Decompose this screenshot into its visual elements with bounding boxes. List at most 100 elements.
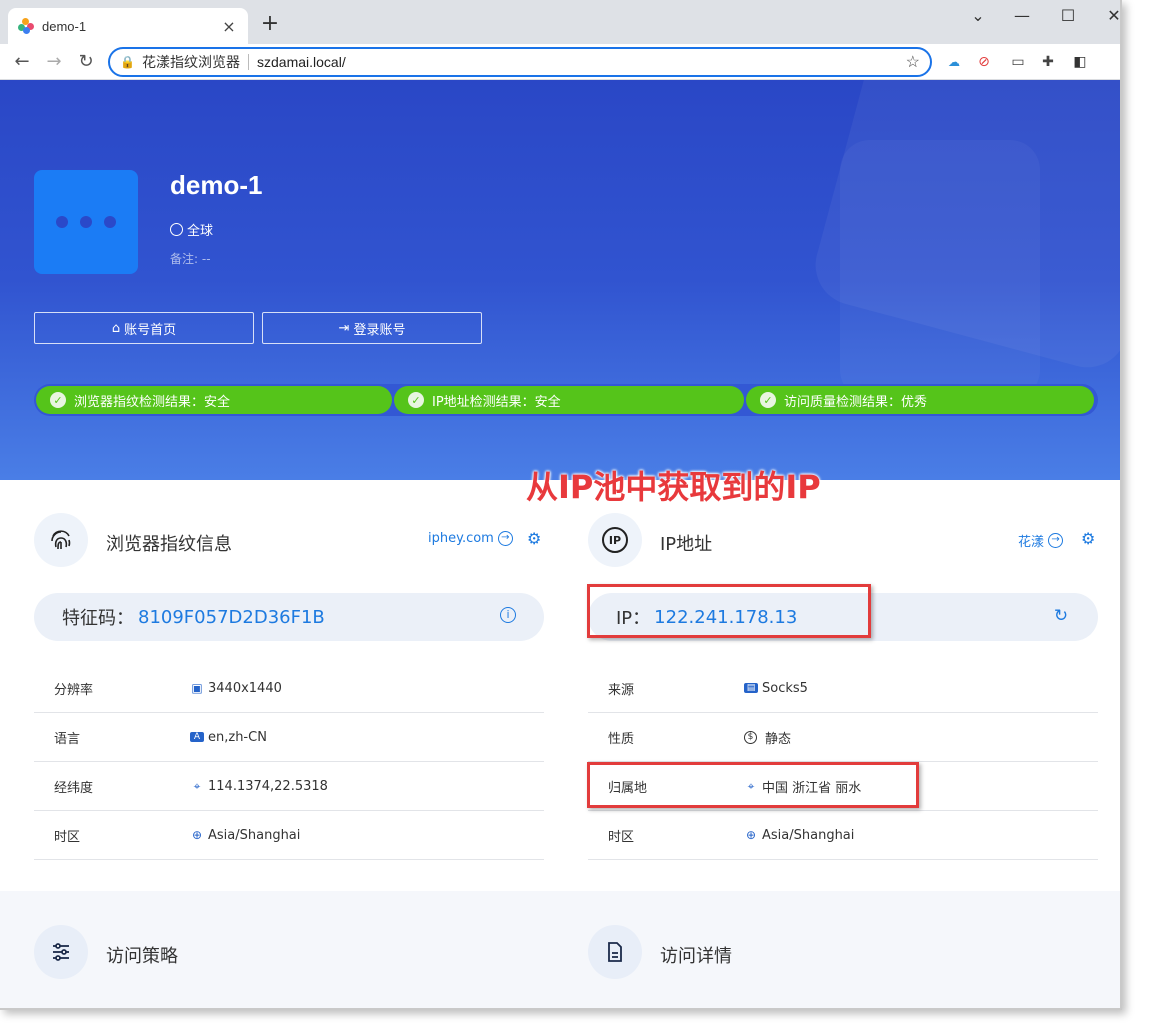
arrow-right-circle-icon: → [1048, 533, 1064, 548]
location-pin-icon: ⌖ [193, 778, 201, 793]
fingerprint-icon [34, 513, 88, 567]
huayang-link[interactable]: 花漾 → [1018, 531, 1064, 550]
forward-icon[interactable]: → [42, 50, 66, 74]
ip-settings-gear-icon[interactable]: ⚙ [1081, 529, 1095, 548]
row-key: 语言 [54, 731, 81, 747]
ip-icon: IP [588, 513, 642, 567]
login-account-label: 登录账号 [353, 322, 406, 338]
fingerprint-row: 语言 Aen,zh-CN [34, 713, 544, 762]
tab-search-icon[interactable]: ⌄ [968, 6, 988, 25]
check-icon: ✓ [408, 392, 424, 408]
dollar-icon: $ [744, 730, 757, 744]
fingerprint-code-label: 特征码： [62, 608, 134, 629]
address-divider [248, 54, 249, 70]
status-quality: ✓ 访问质量检测结果：优秀 [746, 386, 1094, 414]
fingerprint-row: 分辨率 ▣ 3440x1440 [34, 664, 544, 713]
row-value: Socks5 [762, 680, 808, 696]
fingerprint-code-value: 8109F057D2D36F1B [138, 606, 325, 628]
status-ip: ✓ IP地址检测结果：安全 [394, 386, 744, 414]
status-fingerprint: ✓ 浏览器指纹检测结果：安全 [36, 386, 392, 414]
browser-window: demo-1 × + ⌄ — ☐ ✕ ← → ↻ 🔒 花漾指纹浏览器 szdam… [0, 0, 1122, 1010]
camera-extension-icon[interactable]: ▭ [1008, 52, 1028, 72]
address-bar[interactable]: 🔒 花漾指纹浏览器 szdamai.local/ ☆ [108, 47, 932, 77]
fingerprint-row: 时区 ⊕ Asia/Shanghai [34, 811, 544, 860]
globe-icon: ⊕ [745, 828, 757, 842]
hero-decoration [840, 140, 1040, 400]
ip-panel-title: IP地址 [660, 534, 713, 555]
check-icon: ✓ [50, 392, 66, 408]
status-quality-label: 访问质量检测结果：优秀 [784, 394, 928, 410]
reload-icon[interactable]: ↻ [74, 50, 98, 74]
tab-favicon-icon [18, 18, 34, 34]
row-value: 3440x1440 [208, 680, 282, 696]
extensions-puzzle-icon[interactable]: ✚ [1038, 52, 1058, 72]
profile-hero: demo-1 全球 备注: -- ⌂ 账号首页 ⇥ 登录账号 ✓ 浏览器指纹检测… [0, 80, 1120, 480]
cloud-extension-icon[interactable]: ☁ [944, 52, 964, 72]
home-icon: ⌂ [111, 320, 121, 336]
details-title[interactable]: 访问详情 [660, 942, 732, 968]
location-highlight-box [587, 762, 919, 808]
fingerprint-row: 经纬度 ⌖ 114.1374,22.5318 [34, 762, 544, 811]
block-extension-icon[interactable]: ⊘ [974, 52, 994, 72]
fingerprint-code-box: 特征码： 8109F057D2D36F1B i [34, 593, 544, 641]
refresh-icon[interactable]: ↻ [1052, 607, 1070, 625]
detection-status-bar: ✓ 浏览器指纹检测结果：安全 ✓ IP地址检测结果：安全 ✓ 访问质量检测结果：… [34, 384, 1098, 416]
lock-icon: 🔒 [120, 55, 135, 69]
row-value: en,zh-CN [208, 729, 267, 745]
arrow-right-circle-icon: → [497, 531, 513, 546]
language-icon: A [190, 732, 204, 742]
fingerprint-settings-gear-icon[interactable]: ⚙ [527, 529, 541, 548]
annotation-callout: 从IP池中获取到的IP [526, 468, 821, 506]
row-key: 经纬度 [54, 780, 94, 796]
profile-region: 全球 [170, 220, 213, 239]
minimize-icon[interactable]: — [1012, 6, 1032, 25]
globe-icon [170, 223, 183, 236]
row-key: 来源 [608, 682, 635, 698]
row-value: 114.1374,22.5318 [208, 778, 328, 794]
account-home-button[interactable]: ⌂ 账号首页 [34, 312, 254, 344]
ip-highlight-box [587, 584, 871, 638]
strategy-sliders-icon [34, 925, 88, 979]
close-window-icon[interactable]: ✕ [1104, 6, 1120, 25]
ip-row: 性质 $ 静态 [588, 713, 1098, 762]
browser-tab[interactable]: demo-1 × [8, 8, 248, 44]
profile-remark: 备注: -- [170, 252, 211, 266]
region-label: 全球 [187, 224, 214, 239]
screen-icon: ▣ [191, 681, 203, 695]
iphey-link-label: iphey.com [428, 531, 494, 546]
back-icon[interactable]: ← [10, 50, 34, 74]
iphey-link[interactable]: iphey.com → [428, 531, 513, 546]
url-text: szdamai.local/ [257, 54, 346, 70]
row-key: 时区 [608, 829, 635, 845]
login-account-button[interactable]: ⇥ 登录账号 [262, 312, 482, 344]
browser-toolbar: ← → ↻ 🔒 花漾指纹浏览器 szdamai.local/ ☆ ☁ ⊘ ▭ ✚… [0, 44, 1120, 80]
maximize-icon[interactable]: ☐ [1058, 6, 1078, 25]
document-icon [588, 925, 642, 979]
row-value: Asia/Shanghai [208, 827, 301, 843]
tab-title: demo-1 [42, 18, 87, 34]
bookmark-star-icon[interactable]: ☆ [906, 52, 920, 72]
status-ip-label: IP地址检测结果：安全 [432, 394, 561, 410]
ip-row: 来源 ▤ Socks5 [588, 664, 1098, 713]
profile-avatar [34, 170, 138, 274]
login-icon: ⇥ [338, 320, 350, 336]
ip-row: 时区 ⊕ Asia/Shanghai [588, 811, 1098, 860]
huayang-link-label: 花漾 [1018, 535, 1045, 550]
profile-name: demo-1 [170, 170, 263, 200]
tab-close-icon[interactable]: × [220, 17, 238, 36]
status-fingerprint-label: 浏览器指纹检测结果：安全 [74, 394, 231, 410]
globe-icon: ⊕ [191, 828, 203, 842]
socks-icon: ▤ [744, 683, 758, 693]
fingerprint-panel-title: 浏览器指纹信息 [106, 534, 232, 555]
bottom-section: 访问策略 访问详情 [0, 891, 1120, 1008]
account-home-label: 账号首页 [124, 322, 177, 338]
row-key: 分辨率 [54, 682, 94, 698]
title-bar: demo-1 × + ⌄ — ☐ ✕ [0, 0, 1120, 44]
row-key: 性质 [608, 731, 635, 747]
side-panel-icon[interactable]: ◧ [1070, 52, 1090, 72]
new-tab-button[interactable]: + [258, 12, 282, 36]
site-name: 花漾指纹浏览器 [142, 54, 240, 70]
strategy-title[interactable]: 访问策略 [106, 942, 178, 968]
row-value: Asia/Shanghai [762, 827, 855, 843]
info-icon[interactable]: i [500, 607, 516, 623]
